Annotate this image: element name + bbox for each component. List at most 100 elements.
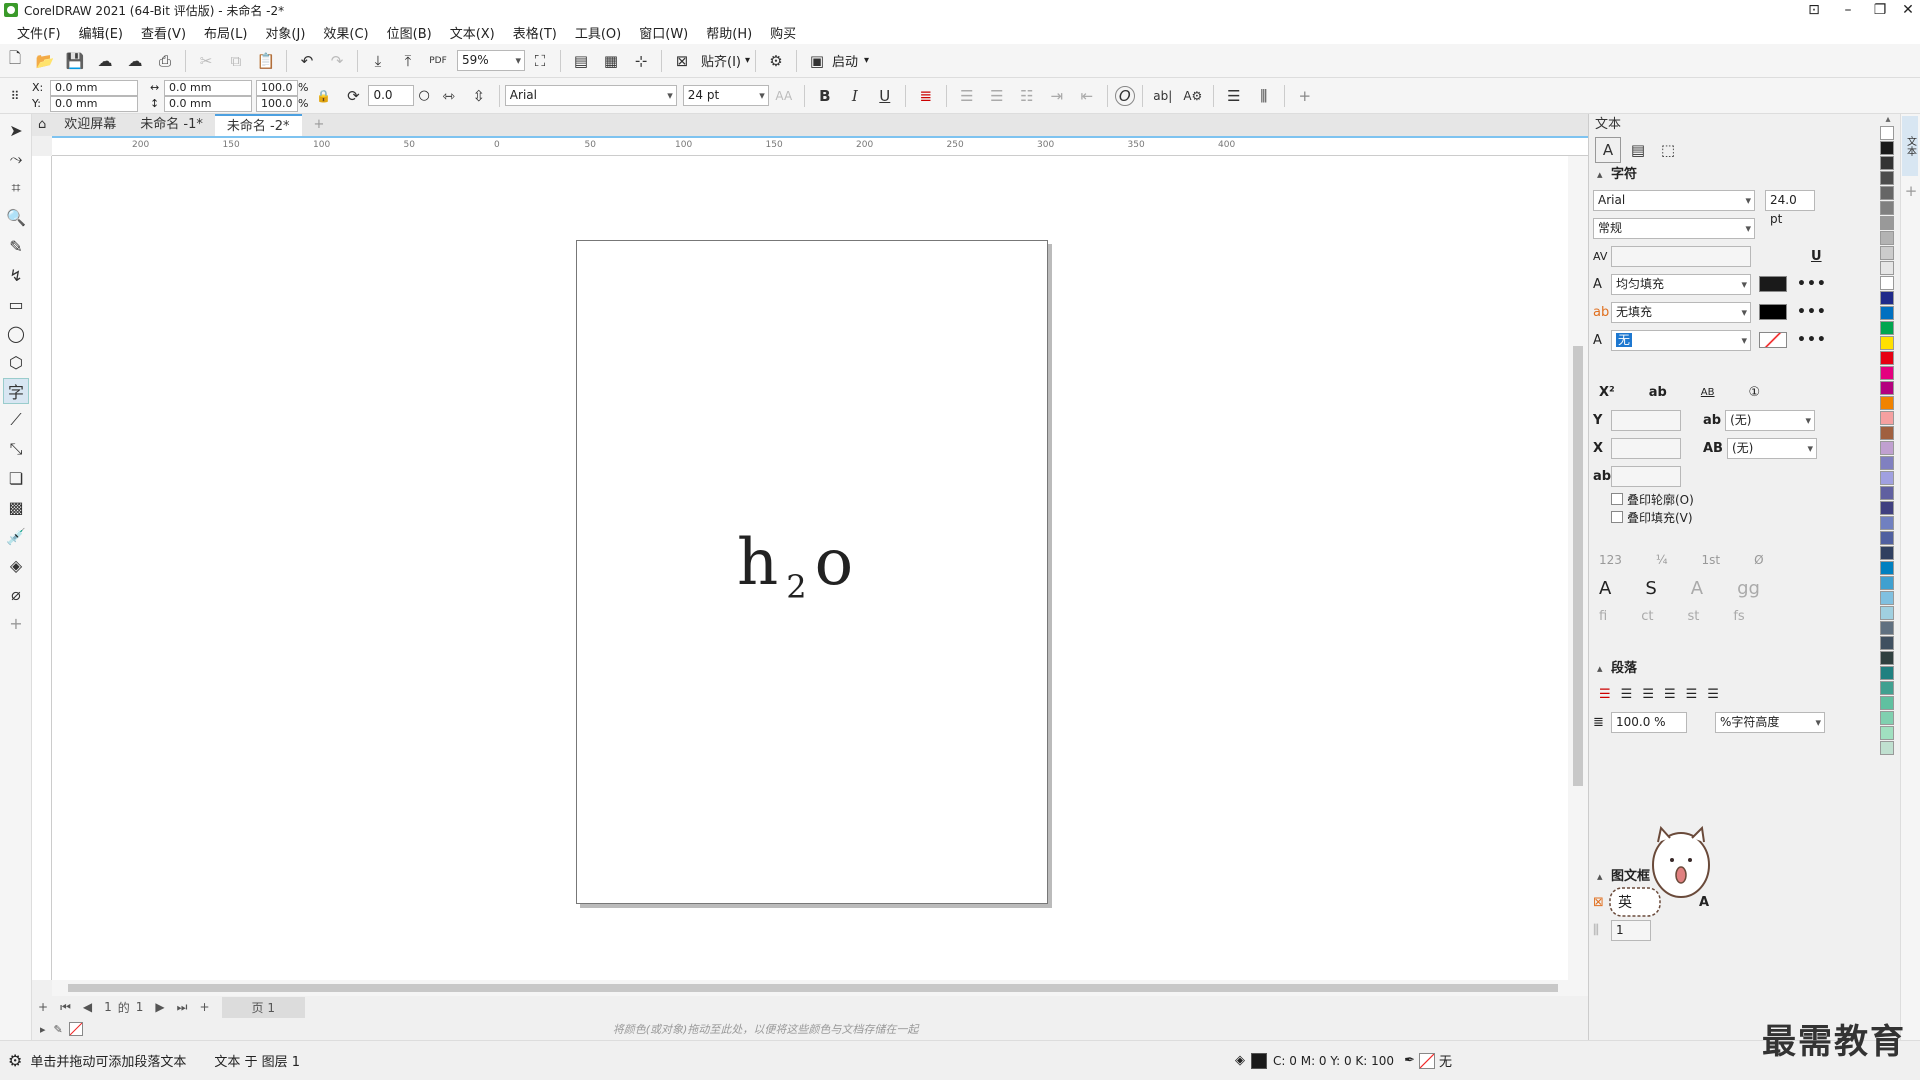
paste-icon[interactable]: 📋 [253,48,279,74]
vertical-ruler[interactable] [32,156,52,980]
palette-swatch[interactable] [1880,666,1894,680]
x-offset-input[interactable] [1611,437,1681,459]
menu-item[interactable]: 窗口(W) [630,23,697,42]
palette-swatch[interactable] [1880,261,1894,275]
stylistic-s-icon[interactable]: S [1645,578,1656,599]
palette-swatch[interactable] [1880,426,1894,440]
import-icon[interactable]: ⤓ [365,48,391,74]
new-document-icon[interactable]: 🗋 [2,48,28,74]
palette-swatch[interactable] [1880,621,1894,635]
palette-swatch[interactable] [1880,636,1894,650]
palette-swatch[interactable] [1880,126,1894,140]
text-object[interactable]: h 2o [737,526,855,606]
horizontal-text-icon[interactable]: ☰ [1221,83,1247,109]
bullet-list-icon[interactable]: ☰ [954,83,980,109]
palette-swatch[interactable] [1880,156,1894,170]
palette-swatch[interactable] [1880,486,1894,500]
palette-swatch[interactable] [1880,651,1894,665]
char-rotation-input[interactable] [1611,465,1681,487]
document-palette[interactable]: ▸ ✎ 将颜色(或对象)拖动至此处，以便将这些颜色与文档存储在一起 [32,1018,1588,1040]
superior-icon[interactable]: 1st [1702,553,1721,567]
launch-label[interactable]: 启动 [832,51,858,70]
palette-swatch[interactable] [1880,246,1894,260]
palette-swatch[interactable] [1880,561,1894,575]
palette-swatch[interactable] [1880,351,1894,365]
palette-swatch[interactable] [1880,471,1894,485]
y-offset-input[interactable] [1611,409,1681,431]
frame-tab-icon[interactable]: ⬚ [1655,137,1681,163]
columns-input[interactable]: 1 [1611,919,1651,941]
export-icon[interactable]: ⤒ [395,48,421,74]
zoom-select[interactable]: 59% [457,50,525,71]
slashed-zero-icon[interactable]: Ø [1754,553,1763,567]
first-page-icon[interactable]: ⏮ [60,1000,71,1015]
italic-icon[interactable]: I [842,83,868,109]
undo-icon[interactable]: ↶ [294,48,320,74]
scroll-thumb[interactable] [68,984,1558,992]
palette-swatch[interactable] [1880,186,1894,200]
align-center-icon[interactable]: ☰ [1642,687,1654,702]
subscript-style-icon[interactable]: ab [1649,385,1667,400]
numeral-icon[interactable]: ① [1749,385,1761,400]
scale-y-input[interactable]: 100.0 [256,95,298,112]
mirror-horizontal-icon[interactable]: ⇿ [436,83,462,109]
tab-document-1[interactable]: 未命名 -1* [128,114,215,136]
palette-swatch[interactable] [1880,381,1894,395]
underline-icon[interactable]: U [872,83,898,109]
redo-icon[interactable]: ↷ [324,48,350,74]
copy-icon[interactable]: ⧉ [223,48,249,74]
interactive-fill-tool-icon[interactable]: ◈ [3,552,29,578]
palette-swatch[interactable] [1880,741,1894,755]
menu-item[interactable]: 效果(C) [314,23,377,42]
options-gear-icon[interactable]: ⚙ [763,48,789,74]
more-icon[interactable]: ••• [1797,332,1827,348]
font-family-select[interactable]: Arial [504,85,677,106]
launch-icon[interactable]: ▣ [804,48,830,74]
font-scale-icon[interactable]: AA [771,83,797,109]
y-position-input[interactable]: 0.0 mm [50,95,138,112]
menu-item[interactable]: 表格(T) [504,23,566,42]
home-icon[interactable]: ⌂ [32,114,52,136]
palette-swatch[interactable] [1880,411,1894,425]
numbered-list-icon[interactable]: ☰ [984,83,1010,109]
fractions-icon[interactable]: ¼ [1656,553,1668,567]
palette-swatch[interactable] [1880,306,1894,320]
superscript-icon[interactable]: X² [1599,385,1615,400]
scale-x-input[interactable]: 100.0 [256,79,298,96]
tab-welcome[interactable]: 欢迎屏幕 [52,114,128,136]
kerning-input[interactable] [1611,245,1751,267]
new-tab-icon[interactable]: + [302,114,337,136]
background-color-swatch[interactable] [1759,304,1787,320]
chevron-down-icon[interactable]: ▾ [745,55,750,66]
full-screen-icon[interactable]: ⛶ [527,48,553,74]
increase-indent-icon[interactable]: ⇥ [1044,83,1070,109]
alternates-icon[interactable]: gg [1737,578,1760,599]
background-type-select[interactable]: 无填充 [1611,301,1751,323]
last-page-icon[interactable]: ⏭ [177,1000,188,1015]
menu-item[interactable]: 购买 [761,23,805,42]
palette-swatch[interactable] [1880,576,1894,590]
pdf-icon[interactable]: PDF [425,48,451,74]
ellipse-tool-icon[interactable]: ◯ [3,320,29,346]
palette-swatch[interactable] [1880,696,1894,710]
palette-swatch[interactable] [1880,606,1894,620]
more-icon[interactable]: ••• [1797,304,1827,320]
artistic-media-tool-icon[interactable]: ↯ [3,262,29,288]
palette-swatch[interactable] [1880,321,1894,335]
section-paragraph[interactable]: 段落 [1589,658,1876,680]
zoom-tool-icon[interactable]: 🔍 [3,204,29,230]
palette-swatch[interactable] [1880,441,1894,455]
fill-type-select[interactable]: 均匀填充 [1611,273,1751,295]
eyedropper-tool-icon[interactable]: 💉 [3,523,29,549]
overline-select[interactable]: (无) [1726,437,1817,459]
fill-color-swatch[interactable] [1251,1052,1268,1069]
bold-icon[interactable]: B [812,83,838,109]
lock-ratio-icon[interactable]: 🔒 [310,83,336,109]
palette-swatch[interactable] [1880,516,1894,530]
justify-icon[interactable]: ☰ [1686,687,1698,702]
vertical-text-icon[interactable]: ⫼ [1251,83,1277,109]
connector-tool-icon[interactable]: ⤡ [3,436,29,462]
decrease-indent-icon[interactable]: ⇤ [1074,83,1100,109]
snap-icon[interactable]: ⊠ [669,48,695,74]
palette-swatch[interactable] [1880,171,1894,185]
